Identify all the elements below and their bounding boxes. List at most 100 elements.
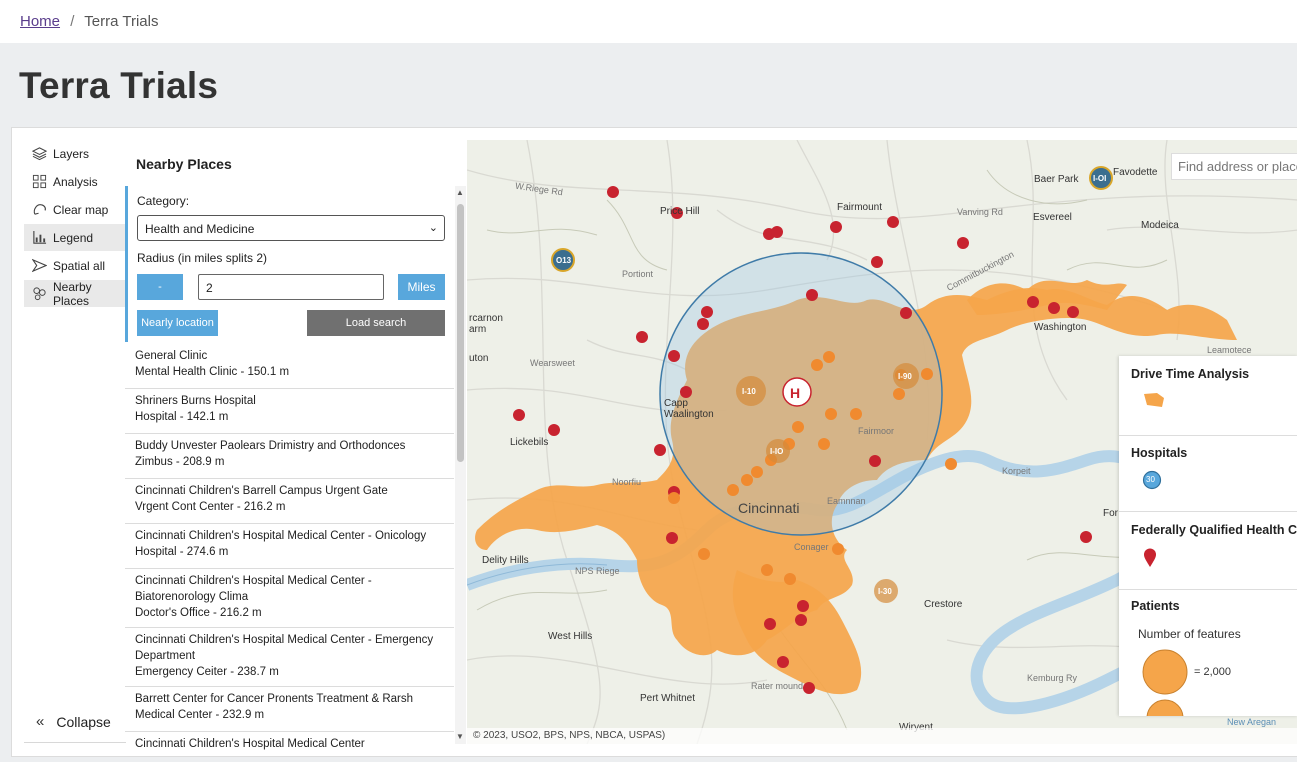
list-item[interactable]: Barrett Center for Cancer Pronents Treat… xyxy=(125,687,454,732)
place-label: uton xyxy=(469,353,489,364)
results-scrollbar[interactable]: ▲ ▼ xyxy=(455,186,466,744)
legend-icon xyxy=(33,230,47,244)
result-detail: Medical Center - 232.9 m xyxy=(135,709,265,721)
place-label: Crestore xyxy=(924,599,963,610)
legend-patients-title: Patients xyxy=(1131,599,1180,613)
result-name: Barrett Center for Cancer Pronents Treat… xyxy=(135,693,414,705)
legend-fqhc-title: Federally Qualified Health Centers xyxy=(1131,523,1297,537)
load-search-button[interactable]: Load search xyxy=(307,310,445,336)
result-name: Cincinnati Children's Barrell Campus Urg… xyxy=(135,485,388,497)
patient-size-symbols xyxy=(1142,649,1188,716)
category-label: Category: xyxy=(137,194,190,208)
chevron-down-icon: ⌄ xyxy=(428,222,438,234)
place-label: Washington xyxy=(1034,322,1087,333)
breadcrumb: Home / Terra Trials xyxy=(20,13,158,30)
breadcrumb-current: Terra Trials xyxy=(84,13,159,30)
place-label: Capp Waalington xyxy=(664,398,714,420)
collapse-button[interactable]: « Collapse xyxy=(36,713,111,730)
place-label: Price Hill xyxy=(660,206,700,217)
rail-item-nearby-places[interactable]: Nearby Places xyxy=(24,279,126,308)
shield-label: O13 xyxy=(556,256,572,265)
double-chevron-left-icon: « xyxy=(36,713,45,730)
result-name: Cincinnati Children's Hospital Medical C… xyxy=(135,575,372,603)
result-detail: Doctor's Office - 216.2 m xyxy=(135,607,262,619)
place-label: New Aregan xyxy=(1227,717,1277,727)
results-list: General Clinic Mental Health Clinic - 15… xyxy=(125,344,454,756)
result-name: Cincinnati Children's Hospital Medical C… xyxy=(135,530,427,542)
scroll-thumb[interactable] xyxy=(457,204,464,462)
shield-label: I-30 xyxy=(878,587,892,596)
list-item[interactable]: Buddy Unvester Paolears Drimistry and Or… xyxy=(125,434,454,479)
place-label: Noorfiu xyxy=(612,477,642,487)
hospital-marker[interactable]: H xyxy=(782,377,812,407)
place-label: Fairmoor xyxy=(858,426,895,436)
breadcrumb-home-link[interactable]: Home xyxy=(20,13,60,30)
result-name: Buddy Unvester Paolears Drimistry and Or… xyxy=(135,440,406,452)
drive-time-swatch xyxy=(1144,393,1164,407)
units-button[interactable]: Miles xyxy=(398,274,445,300)
shield-label: I-90 xyxy=(898,372,912,381)
rail-item-layers[interactable]: Layers xyxy=(24,140,126,167)
list-item[interactable]: Cincinnati Children's Hospital Medical C… xyxy=(125,628,454,687)
rail-item-label: Spatial all xyxy=(53,258,106,273)
spatial-icon xyxy=(32,258,47,273)
place-label: Wearsweet xyxy=(530,358,575,368)
rail-item-legend[interactable]: Legend xyxy=(24,224,126,251)
list-item[interactable]: Cincinnati Children's Barrell Campus Urg… xyxy=(125,479,454,524)
category-select-value: Health and Medicine xyxy=(145,222,255,236)
rail-item-label: Nearby Places xyxy=(53,279,92,308)
rail-item-analysis[interactable]: Analysis xyxy=(24,168,126,195)
legend-hospitals: Hospitals 30 xyxy=(1119,436,1297,512)
list-item[interactable]: Cincinnati Children's Hospital Medical C… xyxy=(125,569,454,628)
place-label: NPS Riege xyxy=(575,566,620,576)
radius-label: Radius (in miles splits 2) xyxy=(137,251,268,265)
result-detail: Vrgent Cont Center - 216.2 m xyxy=(135,501,286,513)
scroll-down-icon[interactable]: ▼ xyxy=(456,732,464,741)
result-detail: Zimbus - 208.9 m xyxy=(135,456,225,468)
shield-label: I-10 xyxy=(742,387,756,396)
list-item[interactable]: Cincinnati Children's Hospital Medical C… xyxy=(125,732,454,756)
result-name: Cincinnati Children's Hospital Medical C… xyxy=(135,634,434,662)
result-detail: Mental Health Clinic - 150.1 m xyxy=(135,366,290,378)
rail-item-label: Legend xyxy=(53,230,94,245)
map-view[interactable]: H O13 I-OI I-90 I-10 I-IO I-30 Find addr… xyxy=(467,140,1297,744)
collapse-label: Collapse xyxy=(56,713,111,730)
list-item[interactable]: General Clinic Mental Health Clinic - 15… xyxy=(125,344,454,389)
list-item[interactable]: Cincinnati Children's Hospital Medical C… xyxy=(125,524,454,569)
place-label: Modeica xyxy=(1141,220,1179,231)
place-label: Lickebils xyxy=(510,437,549,448)
place-label: Fairmount xyxy=(837,202,883,213)
place-label: Korpeit xyxy=(1002,466,1031,476)
nearby-location-button[interactable]: Nearly location xyxy=(137,310,218,336)
city-label-cincinnati: Cincinnati xyxy=(738,500,800,516)
scroll-up-icon[interactable]: ▲ xyxy=(456,188,464,197)
legend-patients-value: = 2,000 xyxy=(1194,666,1232,678)
place-label: Delity Hills xyxy=(482,555,529,566)
list-item[interactable]: Shriners Burns Hospital Hospital - 142.1… xyxy=(125,389,454,434)
map-search-input[interactable]: Find address or place xyxy=(1171,153,1297,180)
category-select[interactable]: Health and Medicine ⌄ xyxy=(137,215,445,241)
result-detail: Hospital - 142.1 m xyxy=(135,411,229,423)
legend-drive-time-title: Drive Time Analysis xyxy=(1131,367,1250,381)
page-title: Terra Trials xyxy=(19,65,219,106)
place-label: Pert Whitnet xyxy=(640,693,696,704)
map-legend: Drive Time Analysis Hospitals 30 Federal… xyxy=(1119,356,1297,716)
shield-label: I-OI xyxy=(1093,174,1106,183)
place-label: West Hills xyxy=(548,631,593,642)
rail-item-clear-map[interactable]: Clear map xyxy=(24,196,126,223)
legend-fqhc: Federally Qualified Health Centers xyxy=(1119,512,1297,590)
rail-item-label: Analysis xyxy=(53,174,98,189)
radius-minus-button[interactable]: - xyxy=(137,274,183,300)
tool-rail: Layers Analysis Clear map Legend Spatial… xyxy=(24,140,126,740)
place-label: Conager xyxy=(794,542,829,552)
rail-divider xyxy=(24,742,126,743)
place-label: Leamotece xyxy=(1207,345,1252,355)
result-detail: Emergency Ceiter - 238.7 m xyxy=(135,666,279,678)
result-detail: Hospital - 274.6 m xyxy=(135,546,229,558)
place-label: Esvereel xyxy=(1033,212,1072,223)
panel-title: Nearby Places xyxy=(136,156,232,172)
radius-input[interactable]: 2 xyxy=(198,274,384,300)
rail-item-spatial[interactable]: Spatial all xyxy=(24,252,126,279)
svg-text:H: H xyxy=(790,385,800,401)
nearby-search-form: Category: Health and Medicine ⌄ Radius (… xyxy=(125,186,454,342)
